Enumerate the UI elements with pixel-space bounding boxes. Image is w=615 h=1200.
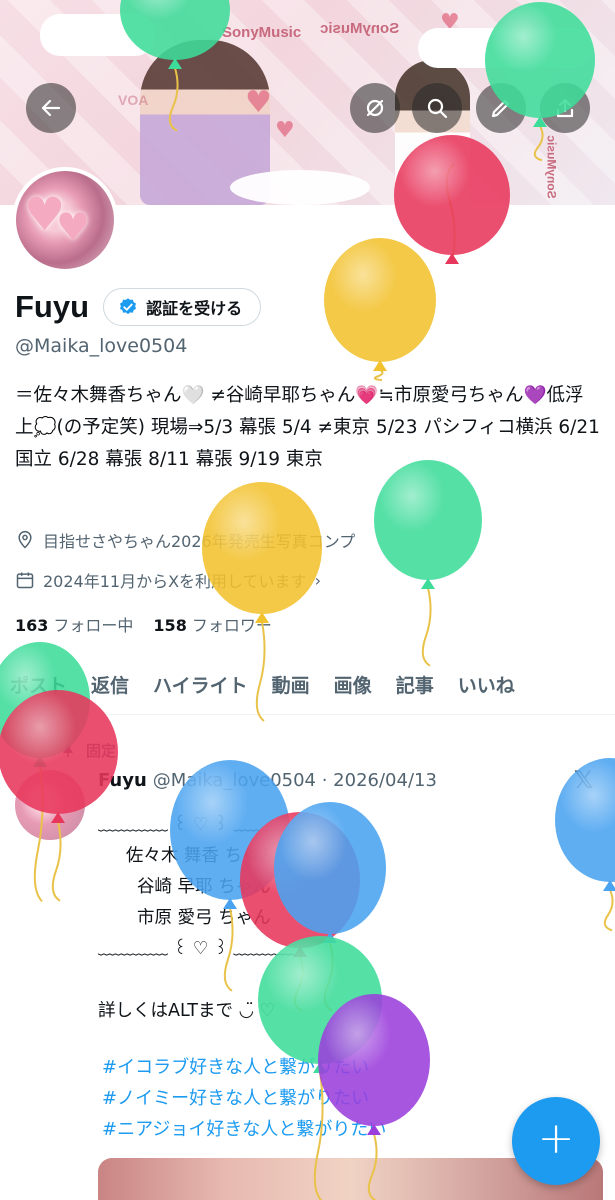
get-verified-label: 認証を受ける (146, 299, 243, 318)
banner-logo: SonyMusic (222, 24, 302, 41)
verified-badge-icon (120, 298, 137, 315)
post-avatar[interactable] (15, 770, 85, 840)
banner-table (230, 170, 370, 205)
share-icon (556, 98, 574, 118)
redaction-scribble (40, 14, 155, 56)
hashtag-link[interactable]: #ノイミー好きな人と繋がりたい (102, 1083, 386, 1114)
profile-name-row: Fuyu 認証を受ける (15, 288, 262, 326)
profile-handle: @Maika_love0504 (15, 335, 188, 357)
get-verified-button[interactable]: 認証を受ける (103, 288, 262, 326)
edit-button[interactable] (476, 83, 526, 133)
share-button[interactable] (540, 83, 590, 133)
banner-logo: SonyMusic (544, 135, 559, 199)
tab-replies[interactable]: 返信 (79, 671, 141, 698)
post-handle-date: @Maika_love0504 · 2026/04/13 (152, 770, 437, 791)
post-body: ﹏﹏﹏﹏ ꒰ ♡ ꒱ ﹏﹏﹏﹏ 佐々木 舞香 ちゃん 谷崎 早耶 ちゃん 市原 … (98, 815, 304, 1021)
tab-articles[interactable]: 記事 (384, 671, 446, 698)
arrow-left-icon (41, 99, 61, 117)
tab-highlights[interactable]: ハイライト (141, 671, 260, 698)
post-hashtags: #イコラブ好きな人と繋がりたい #ノイミー好きな人と繋がりたい #ニアジョイ好き… (102, 1052, 386, 1145)
pin-icon (63, 744, 73, 758)
heart-icon: ♥ (245, 85, 272, 120)
tab-likes[interactable]: いいね (446, 671, 527, 698)
pencil-icon (491, 99, 510, 118)
profile-bio: ＝佐々木舞香ちゃん🤍 ≠谷崎早耶ちゃん💗≒市原愛弓ちゃん💜低浮上💭(の予定笑) … (15, 385, 606, 470)
search-icon (427, 98, 448, 119)
location-text: 目指せさやちゃん2026年発売生写真コンプ (43, 532, 356, 551)
profile-avatar[interactable]: ♥ ♥ (12, 167, 118, 273)
profile-joined[interactable]: 2024年11月からXを利用しています › (15, 568, 321, 592)
slash-circle-icon (366, 99, 384, 117)
x-logo-icon: 𝕏 (574, 766, 594, 794)
heart-icon: ♥ (56, 205, 91, 249)
hashtag-link[interactable]: #イコラブ好きな人と繋がりたい (102, 1052, 386, 1083)
hashtag-link[interactable]: #ニアジョイ好きな人と繋がりたい (102, 1114, 386, 1145)
mute-button[interactable] (350, 83, 400, 133)
banner-logo: SonyMusic (320, 20, 400, 37)
plus-icon: + (537, 1113, 575, 1164)
post-header: Fuyu @Maika_love0504 · 2026/04/13 (98, 770, 437, 791)
profile-name: Fuyu (15, 289, 90, 324)
banner-logo: VOA (118, 92, 149, 108)
redaction-scribble (418, 28, 593, 68)
profile-tabs: ポスト 返信 ハイライト 動画 画像 記事 いいね (0, 655, 615, 715)
pinned-indicator: 固定 (60, 740, 116, 761)
follow-stats: 163 フォロー中 158 フォロワー (15, 612, 272, 636)
balloon-icon (374, 460, 482, 667)
chevron-right-icon: › (314, 570, 321, 590)
tab-photos[interactable]: 画像 (322, 671, 384, 698)
profile-location: 目指せさやちゃん2026年発売生写真コンプ (15, 528, 355, 552)
compose-post-button[interactable]: + (512, 1097, 600, 1185)
heart-icon: ♥ (275, 118, 295, 143)
back-button[interactable] (26, 83, 76, 133)
balloon-icon (324, 238, 436, 382)
followers-label: フォロワー (191, 616, 272, 635)
post-author[interactable]: Fuyu (98, 770, 147, 791)
followers-count: 158 (153, 616, 187, 635)
followers-link[interactable]: 158 フォロワー (153, 612, 271, 636)
following-count: 163 (15, 616, 49, 635)
following-link[interactable]: 163 フォロー中 (15, 612, 133, 636)
tab-videos[interactable]: 動画 (260, 671, 322, 698)
calendar-icon (16, 572, 34, 589)
location-pin-icon (18, 530, 32, 549)
search-button[interactable] (412, 83, 462, 133)
following-label: フォロー中 (53, 616, 134, 635)
pinned-label: 固定 (86, 742, 117, 760)
tab-posts[interactable]: ポスト (0, 671, 79, 698)
joined-text: 2024年11月からXを利用しています (43, 572, 307, 591)
